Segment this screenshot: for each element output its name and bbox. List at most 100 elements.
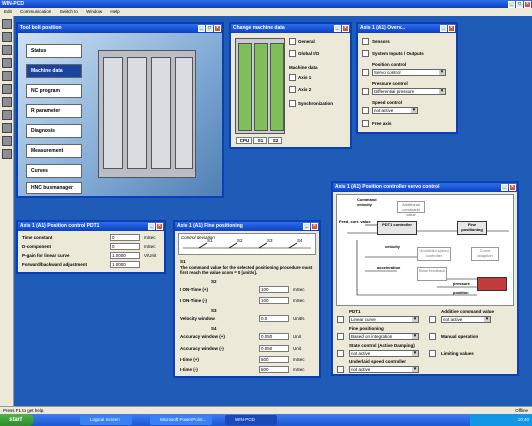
taskbar-logical-screen[interactable]: Logical Screen	[80, 415, 132, 425]
fwd-bwd-input[interactable]: 1.0000	[110, 261, 140, 268]
speed-control-select[interactable]: not active	[372, 107, 418, 114]
status-bar: Press F1 to get help. Offline	[0, 406, 532, 414]
position-control-select[interactable]: Servo control	[372, 69, 446, 76]
s4-heading: S4	[211, 326, 217, 331]
close-icon[interactable]: ×	[448, 25, 455, 32]
tab-cpu[interactable]: CPU	[236, 137, 252, 144]
d-component-input[interactable]: 0	[110, 243, 140, 250]
minimize-icon[interactable]: _	[198, 25, 205, 32]
device-module	[103, 57, 123, 169]
nav-diagnosis[interactable]: Diagnosis	[26, 124, 82, 138]
switch-label-s1: S1	[207, 238, 213, 243]
nav-curves[interactable]: Curves	[26, 164, 82, 178]
axis1-button[interactable]	[289, 74, 296, 81]
on-time-minus-input[interactable]: 100	[259, 297, 289, 304]
app-titlebar: WIN-PCD _ □ ×	[0, 0, 532, 8]
synchronization-button[interactable]	[289, 100, 296, 107]
close-icon[interactable]: ×	[214, 25, 221, 32]
menu-window[interactable]: Window	[86, 9, 102, 14]
sensors-button[interactable]	[362, 38, 369, 45]
menu-edit[interactable]: Edit	[4, 9, 12, 14]
minimize-icon[interactable]: _	[303, 223, 310, 230]
state-control-button[interactable]	[337, 350, 344, 357]
chart-icon[interactable]	[1, 97, 12, 107]
nav-status[interactable]: Status	[26, 44, 82, 58]
maximize-icon[interactable]: □	[206, 25, 213, 32]
device-module	[151, 57, 171, 169]
settings-icon[interactable]	[1, 110, 12, 120]
nav-machine-data[interactable]: Machine data	[26, 64, 82, 78]
minimize-icon[interactable]: _	[508, 0, 515, 8]
tool-tree-titlebar[interactable]: Tool bolt position _ □ ×	[18, 24, 222, 33]
position-control-button[interactable]	[362, 69, 369, 76]
speed-control-button[interactable]	[362, 107, 369, 114]
open-icon[interactable]	[1, 19, 12, 29]
machine-icon[interactable]	[1, 58, 12, 68]
pdt1-titlebar[interactable]: Axis 1 (A1) Position control PDT1 _ ×	[18, 222, 164, 231]
close-icon[interactable]: ×	[342, 25, 349, 32]
minimize-icon[interactable]: _	[440, 25, 447, 32]
tab-s1[interactable]: S1	[253, 137, 267, 144]
nav-hnc-busmanager[interactable]: HNC busmanager	[26, 182, 82, 194]
tool-icon[interactable]	[1, 71, 12, 81]
help-icon[interactable]	[1, 136, 12, 146]
fine-pos-select[interactable]: Based on integration	[349, 333, 419, 340]
print-icon[interactable]	[1, 123, 12, 133]
time-minus-input[interactable]: 500	[259, 366, 289, 373]
rack-module-s2	[270, 43, 284, 131]
tab-s2[interactable]: S2	[268, 137, 282, 144]
fine-pos-button[interactable]	[337, 333, 344, 340]
menu-switch-to[interactable]: Switch to	[60, 9, 78, 14]
global-io-button[interactable]	[289, 50, 296, 57]
accuracy-plus-unit: Unit	[293, 334, 302, 339]
minimize-icon[interactable]: _	[501, 184, 508, 191]
change-machine-titlebar[interactable]: Change machine data _ ×	[231, 24, 350, 33]
close-icon[interactable]: ×	[524, 0, 531, 8]
menu-communication[interactable]: Communication	[20, 9, 51, 14]
manual-operation-button[interactable]	[429, 333, 436, 340]
nav-measurement[interactable]: Measurement	[26, 144, 82, 158]
minimize-icon[interactable]: _	[148, 223, 155, 230]
close-icon[interactable]: ×	[509, 184, 516, 191]
axis-overview-titlebar[interactable]: Axis 1 (A1) Overv... _ ×	[358, 24, 456, 33]
connect-icon[interactable]	[1, 45, 12, 55]
accuracy-minus-input[interactable]: 0.050	[259, 345, 289, 352]
s1-text: The command value for the selected posit…	[180, 265, 313, 275]
underlaid-button[interactable]	[337, 366, 344, 373]
limiting-values-button[interactable]	[429, 350, 436, 357]
pdt1-button[interactable]	[337, 316, 344, 323]
accuracy-plus-input[interactable]: 0.050	[259, 333, 289, 340]
diagnosis-icon[interactable]	[1, 84, 12, 94]
additive-select[interactable]: not active	[441, 316, 491, 323]
minimize-icon[interactable]: _	[334, 25, 341, 32]
start-button[interactable]: start	[0, 414, 34, 426]
menu-help[interactable]: Help	[110, 9, 119, 14]
on-time-plus-unit: mSec	[293, 287, 305, 292]
close-icon[interactable]: ×	[311, 223, 318, 230]
general-button[interactable]	[289, 38, 296, 45]
nav-r-parameter[interactable]: R parameter	[26, 104, 82, 118]
taskbar-win-pcd[interactable]: WIN-PCD	[225, 415, 277, 425]
time-plus-input[interactable]: 500	[259, 356, 289, 363]
taskbar-powerpoint[interactable]: Microsoft PowerPoint...	[150, 415, 212, 425]
state-control-select[interactable]: not active	[349, 350, 419, 357]
on-time-plus-input[interactable]: 100	[259, 286, 289, 293]
pressure-control-select[interactable]: Differential pressure	[372, 88, 446, 95]
nav-nc-program[interactable]: NC program	[26, 84, 82, 98]
underlaid-select[interactable]: not active	[349, 366, 419, 373]
free-axis-button[interactable]	[362, 120, 369, 127]
p-gain-input[interactable]: 1.0000	[110, 252, 140, 259]
close-icon[interactable]: ×	[156, 223, 163, 230]
pdt1-select[interactable]: Linear curve	[349, 316, 419, 323]
velocity-window-input[interactable]: 0.0	[259, 315, 289, 322]
additive-button[interactable]	[429, 316, 436, 323]
axis2-button[interactable]	[289, 86, 296, 93]
pressure-control-button[interactable]	[362, 88, 369, 95]
servo-control-titlebar[interactable]: Axis 1 (A1) Position controller servo co…	[333, 183, 517, 192]
save-icon[interactable]	[1, 32, 12, 42]
exit-icon[interactable]	[1, 149, 12, 159]
time-constant-input[interactable]: 0	[110, 234, 140, 241]
system-io-button[interactable]	[362, 50, 369, 57]
fine-positioning-titlebar[interactable]: Axis 1 (A1) Fine positioning _ ×	[175, 222, 319, 231]
maximize-icon[interactable]: □	[516, 0, 523, 8]
